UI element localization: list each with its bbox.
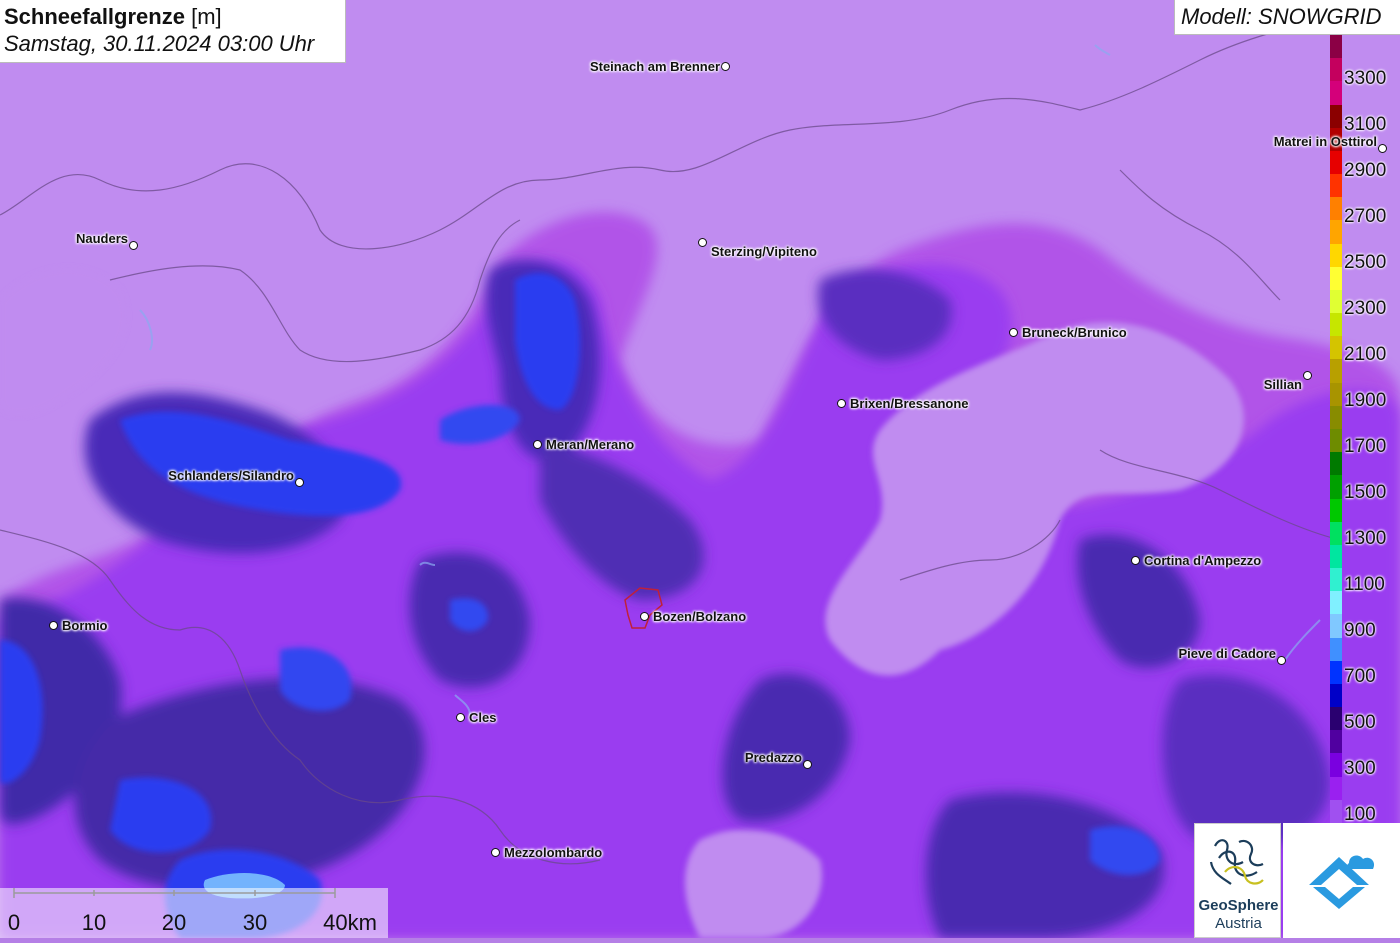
city-dot [295, 478, 304, 487]
model-label: Modell: SNOWGRID [1174, 0, 1400, 35]
legend-swatch [1330, 707, 1342, 731]
legend-label: 2500 [1344, 252, 1387, 273]
map-datetime: Samstag, 30.11.2024 03:00 Uhr [4, 31, 315, 56]
scale-label: 10 [81, 910, 107, 935]
legend-label: 1700 [1344, 436, 1387, 457]
legend-swatch [1330, 289, 1342, 314]
city-dot [49, 621, 58, 630]
city-dot [1277, 656, 1286, 665]
legend-swatch [1330, 336, 1342, 360]
scale-label: 30 [242, 910, 268, 935]
scale-label: 40km [323, 910, 377, 935]
legend-swatch [1330, 660, 1342, 685]
city-dot [803, 760, 812, 769]
city-label: Mezzolombardo [504, 845, 603, 860]
legend-swatch [1330, 614, 1342, 639]
city-label: Sillian [1263, 377, 1302, 392]
city-dot [837, 399, 846, 408]
legend-swatch [1330, 359, 1342, 384]
city-dot [533, 440, 542, 449]
city-dot [129, 241, 138, 250]
legend-swatch [1330, 730, 1342, 754]
legend-swatch [1330, 405, 1342, 430]
legend-swatch [1330, 104, 1342, 129]
legend-label: 1100 [1344, 574, 1385, 595]
city-label: Matrei in Osttirol [1273, 134, 1377, 149]
city-label: Bormio [62, 618, 108, 633]
city-label: Cles [469, 710, 497, 725]
city-label: Steinach am Brenner [589, 59, 720, 74]
legend-swatch [1330, 382, 1342, 407]
legend-swatch [1330, 266, 1342, 291]
legend-label: 3300 [1344, 68, 1387, 89]
legend-label: 2700 [1344, 206, 1387, 227]
legend-swatch [1330, 197, 1342, 221]
legend-label: 1300 [1344, 528, 1387, 549]
geosphere-country: Austria [1215, 915, 1262, 932]
city-label: Pieve di Cadore [1178, 646, 1276, 661]
geosphere-logo[interactable]: GeoSphere Austria [1194, 823, 1281, 938]
legend-label: 700 [1344, 666, 1376, 687]
legend-swatch [1330, 683, 1342, 708]
city-dot [1303, 371, 1312, 380]
legend-swatch [1330, 776, 1342, 801]
legend-swatch [1330, 243, 1342, 268]
city-label: Cortina d'Ampezzo [1144, 553, 1262, 568]
legend-swatch [1330, 452, 1342, 476]
geosphere-name: GeoSphere [1198, 897, 1279, 914]
legend-label: 1500 [1344, 482, 1387, 503]
city-dot [1009, 328, 1018, 337]
city-dot [721, 62, 730, 71]
geosphere-swirl-icon [1209, 839, 1264, 885]
legend-label: 2300 [1344, 298, 1387, 319]
legend-swatch [1330, 429, 1342, 453]
city-dot [491, 848, 500, 857]
city-label: Predazzo [744, 750, 802, 765]
title-box: Schneefallgrenze [m] Samstag, 30.11.2024… [0, 0, 346, 63]
legend-swatch [1330, 568, 1342, 592]
legend-swatch [1330, 637, 1342, 662]
legend-swatch [1330, 58, 1342, 82]
weather-app-logo[interactable] [1283, 823, 1400, 938]
city-label: Bozen/Bolzano [653, 609, 747, 624]
scale-bar: 0 10 20 30 40km [0, 888, 388, 938]
city-label: Nauders [75, 231, 128, 246]
legend-swatch [1330, 220, 1342, 245]
city-dot [698, 238, 707, 247]
legend-color-bar [1330, 35, 1342, 824]
legend-swatch [1330, 591, 1342, 615]
legend-label: 3100 [1344, 114, 1387, 135]
map-title: Schneefallgrenze [m] [4, 4, 222, 29]
legend-swatch [1330, 174, 1342, 198]
legend-swatch [1330, 313, 1342, 337]
city-dot [640, 612, 649, 621]
city-label: Schlanders/Silandro [168, 468, 294, 483]
legend-swatch [1330, 544, 1342, 569]
legend-swatch [1330, 150, 1342, 175]
legend-label: 2100 [1344, 344, 1387, 365]
city-label: Sterzing/Vipiteno [711, 244, 817, 259]
city-label: Bruneck/Brunico [1022, 325, 1127, 340]
legend-label: 2900 [1344, 160, 1387, 181]
weather-app-icon [1309, 855, 1375, 909]
legend-label: 300 [1344, 758, 1376, 779]
legend-swatch [1330, 753, 1342, 778]
legend-swatch [1330, 521, 1342, 546]
scale-label: 20 [161, 910, 187, 935]
city-label: Brixen/Bressanone [850, 396, 969, 411]
city-dot [1131, 556, 1140, 565]
legend-swatch [1330, 475, 1342, 500]
legend-swatch [1330, 498, 1342, 523]
legend-label: 900 [1344, 620, 1376, 641]
city-dot [1378, 144, 1387, 153]
city-dot [456, 713, 465, 722]
city-label: Meran/Merano [546, 437, 635, 452]
legend-label: 1900 [1344, 390, 1387, 411]
scale-label: 0 [7, 910, 21, 935]
legend-swatch [1330, 799, 1342, 824]
color-legend: 3300 3100 2900 2700 2500 2300 2100 1900 1700 1500… [1328, 35, 1400, 825]
legend-label: 500 [1344, 712, 1376, 733]
legend-swatch [1330, 35, 1342, 59]
legend-swatch [1330, 81, 1342, 106]
